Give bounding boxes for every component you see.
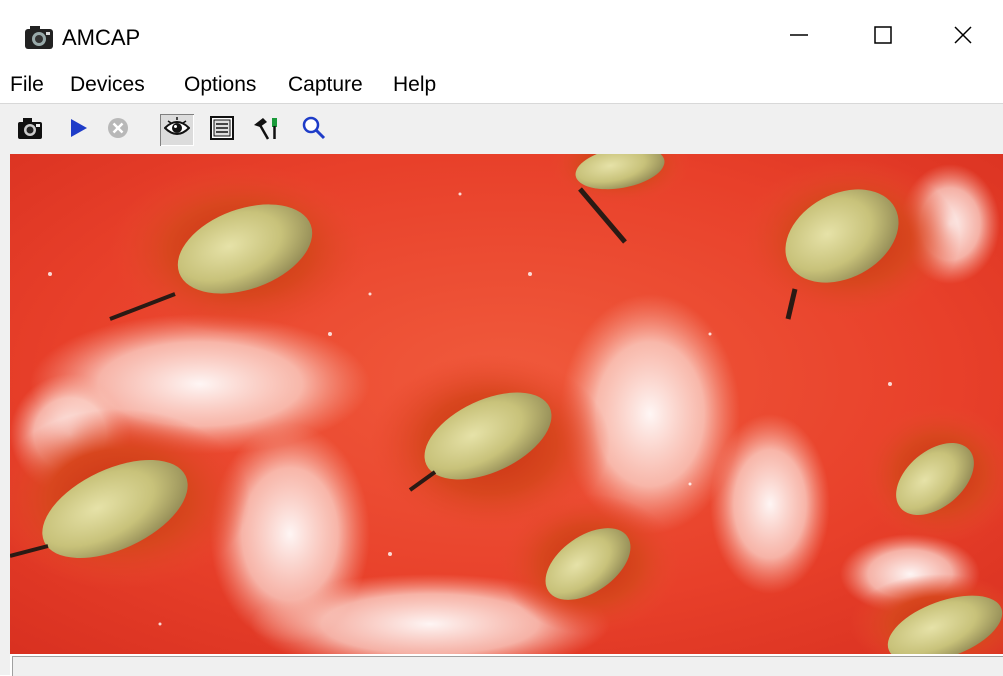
properties-icon [209,115,235,146]
amcap-window: AMCAP File Devices Options Capture Help [0,0,1003,676]
maximize-icon [873,25,893,50]
menu-file[interactable]: File [10,72,44,98]
eye-preview-icon [163,115,191,146]
stop-capture-button[interactable] [104,114,132,146]
minimize-icon [789,25,809,50]
toolbar [0,103,1003,154]
start-capture-button[interactable] [64,114,92,146]
play-icon [67,117,89,144]
menu-capture[interactable]: Capture [288,72,363,98]
status-bar [12,656,1003,676]
settings-tools-button[interactable] [252,114,280,146]
close-button[interactable] [930,12,996,62]
window-title: AMCAP [62,25,141,50]
menu-help[interactable]: Help [393,72,436,98]
close-icon [953,25,973,50]
menu-options[interactable]: Options [184,72,256,98]
preview-toggle-button[interactable] [160,114,194,146]
stop-icon [106,116,130,145]
maximize-button[interactable] [850,12,916,62]
video-preview [10,154,1003,654]
tools-icon [251,115,281,146]
amcap-app-icon [24,24,54,50]
menu-bar: File Devices Options Capture Help [0,68,1003,102]
title-bar[interactable]: AMCAP [0,0,1003,68]
camera-icon [17,115,43,146]
properties-button[interactable] [208,114,236,146]
snapshot-button[interactable] [16,114,44,146]
minimize-button[interactable] [766,12,832,62]
zoom-button[interactable] [300,114,328,146]
strawberry-preview-image [10,154,1003,654]
magnifier-icon [301,115,327,146]
menu-devices[interactable]: Devices [70,72,145,98]
window-left-edge [0,154,10,675]
